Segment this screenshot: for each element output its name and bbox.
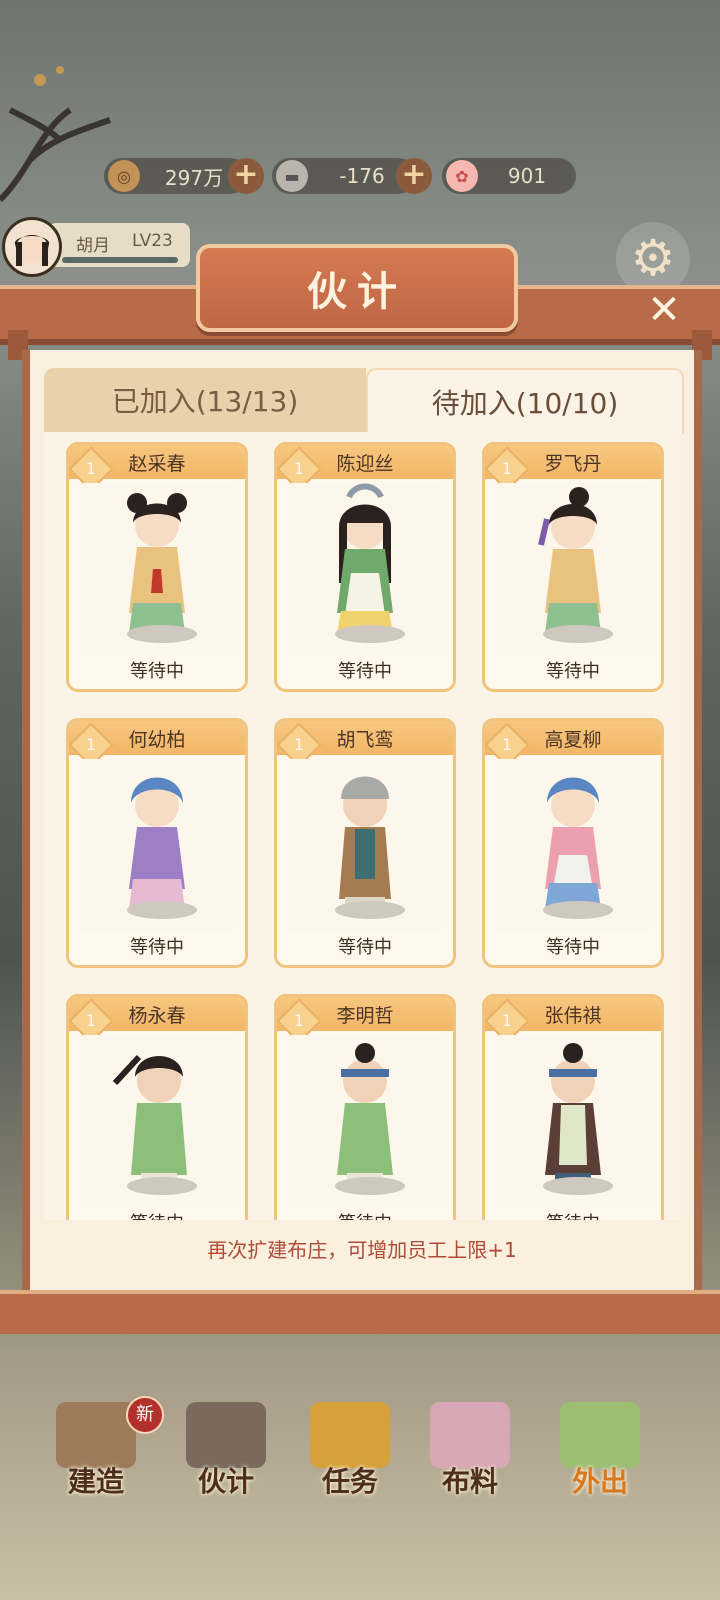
tab-bar: 已加入(13/13) 待加入(10/10)	[44, 368, 684, 434]
panel-title-plaque: 伙计	[196, 244, 518, 332]
staff-card[interactable]: 高夏柳 1 等待中	[482, 718, 664, 968]
staff-status: 等待中	[546, 937, 600, 958]
nav-label: 外出	[571, 1465, 628, 1498]
staff-status: 等待中	[338, 937, 392, 958]
experience-bar	[62, 257, 178, 263]
panel-base	[0, 1290, 720, 1334]
staff-portrait	[497, 1035, 649, 1207]
player-card: 胡月 LV23	[48, 223, 190, 267]
nav-staff[interactable]: 伙计	[166, 1390, 286, 1520]
loom-icon	[56, 1402, 136, 1468]
coins-icon	[310, 1402, 390, 1468]
expansion-hint: 再次扩建布庄，可增加员工上限+1	[30, 1222, 694, 1278]
staff-status: 等待中	[546, 661, 600, 682]
new-badge: 新	[126, 1396, 164, 1434]
staff-portrait	[81, 483, 233, 655]
nav-label: 任务	[321, 1465, 378, 1498]
staff-card[interactable]: 张伟祺 1 等待中	[482, 994, 664, 1220]
staff-card[interactable]: 何幼柏 1 等待中	[66, 718, 248, 968]
staff-card[interactable]: 杨永春 1 等待中	[66, 994, 248, 1220]
mountain-icon	[560, 1402, 640, 1468]
flower-resource: ✿ 901	[442, 158, 576, 194]
coin-icon: ◎	[108, 160, 140, 192]
staff-portrait	[497, 483, 649, 655]
add-coin-button[interactable]: +	[228, 158, 264, 194]
avatar[interactable]	[2, 217, 62, 277]
staff-portrait	[497, 759, 649, 931]
nav-fabric[interactable]: 布料	[410, 1390, 530, 1520]
add-silver-button[interactable]: +	[396, 158, 432, 194]
nav-label: 布料	[441, 1465, 498, 1498]
staff-status: 等待中	[130, 661, 184, 682]
staff-group-icon	[186, 1402, 266, 1468]
flower-value: 901	[507, 164, 547, 188]
player-name: 胡月	[76, 236, 110, 256]
coin-resource: ◎ 297万 +	[104, 158, 264, 194]
nav-label: 建造	[67, 1465, 124, 1498]
staff-status: 等待中	[277, 1209, 453, 1220]
staff-status: 等待中	[130, 937, 184, 958]
staff-portrait	[289, 483, 441, 655]
silver-resource: ▬ -176 +	[272, 158, 432, 194]
staff-portrait	[289, 759, 441, 931]
staff-portrait	[81, 759, 233, 931]
tab-joined[interactable]: 已加入(13/13)	[44, 368, 366, 432]
panel-title: 伙计	[307, 269, 407, 315]
staff-card[interactable]: 李明哲 1 等待中	[274, 994, 456, 1220]
staff-status: 等待中	[69, 1209, 245, 1220]
staff-status: 等待中	[338, 661, 392, 682]
staff-card[interactable]: 罗飞丹 1 等待中	[482, 442, 664, 692]
nav-outing[interactable]: 外出	[540, 1390, 660, 1520]
staff-portrait	[289, 1035, 441, 1207]
close-icon[interactable]: ✕	[640, 290, 688, 330]
staff-portrait	[81, 1035, 233, 1207]
staff-card[interactable]: 陈迎丝 1 等待中	[274, 442, 456, 692]
bottom-nav: 建造 伙计 任务 布料 外出	[0, 1390, 720, 1520]
player-level: LV23	[132, 231, 173, 251]
staff-card[interactable]: 胡飞鸾 1 等待中	[274, 718, 456, 968]
tab-pending[interactable]: 待加入(10/10)	[366, 368, 684, 434]
staff-status: 等待中	[485, 1209, 661, 1220]
nav-label: 伙计	[197, 1465, 254, 1498]
flower-icon: ✿	[446, 160, 478, 192]
staff-card[interactable]: 赵采春 1 等待中	[66, 442, 248, 692]
player-info[interactable]: 胡月 LV23	[0, 215, 195, 277]
fabric-book-icon	[430, 1402, 510, 1468]
staff-panel: 已加入(13/13) 待加入(10/10) 赵采春 1 等待中 陈迎丝 1 等待…	[22, 350, 702, 1308]
silver-ingot-icon: ▬	[276, 160, 308, 192]
staff-grid[interactable]: 赵采春 1 等待中 陈迎丝 1 等待中 罗飞丹 1 等待中 何幼柏 1 等待中 …	[44, 432, 680, 1220]
nav-tasks[interactable]: 任务	[290, 1390, 410, 1520]
